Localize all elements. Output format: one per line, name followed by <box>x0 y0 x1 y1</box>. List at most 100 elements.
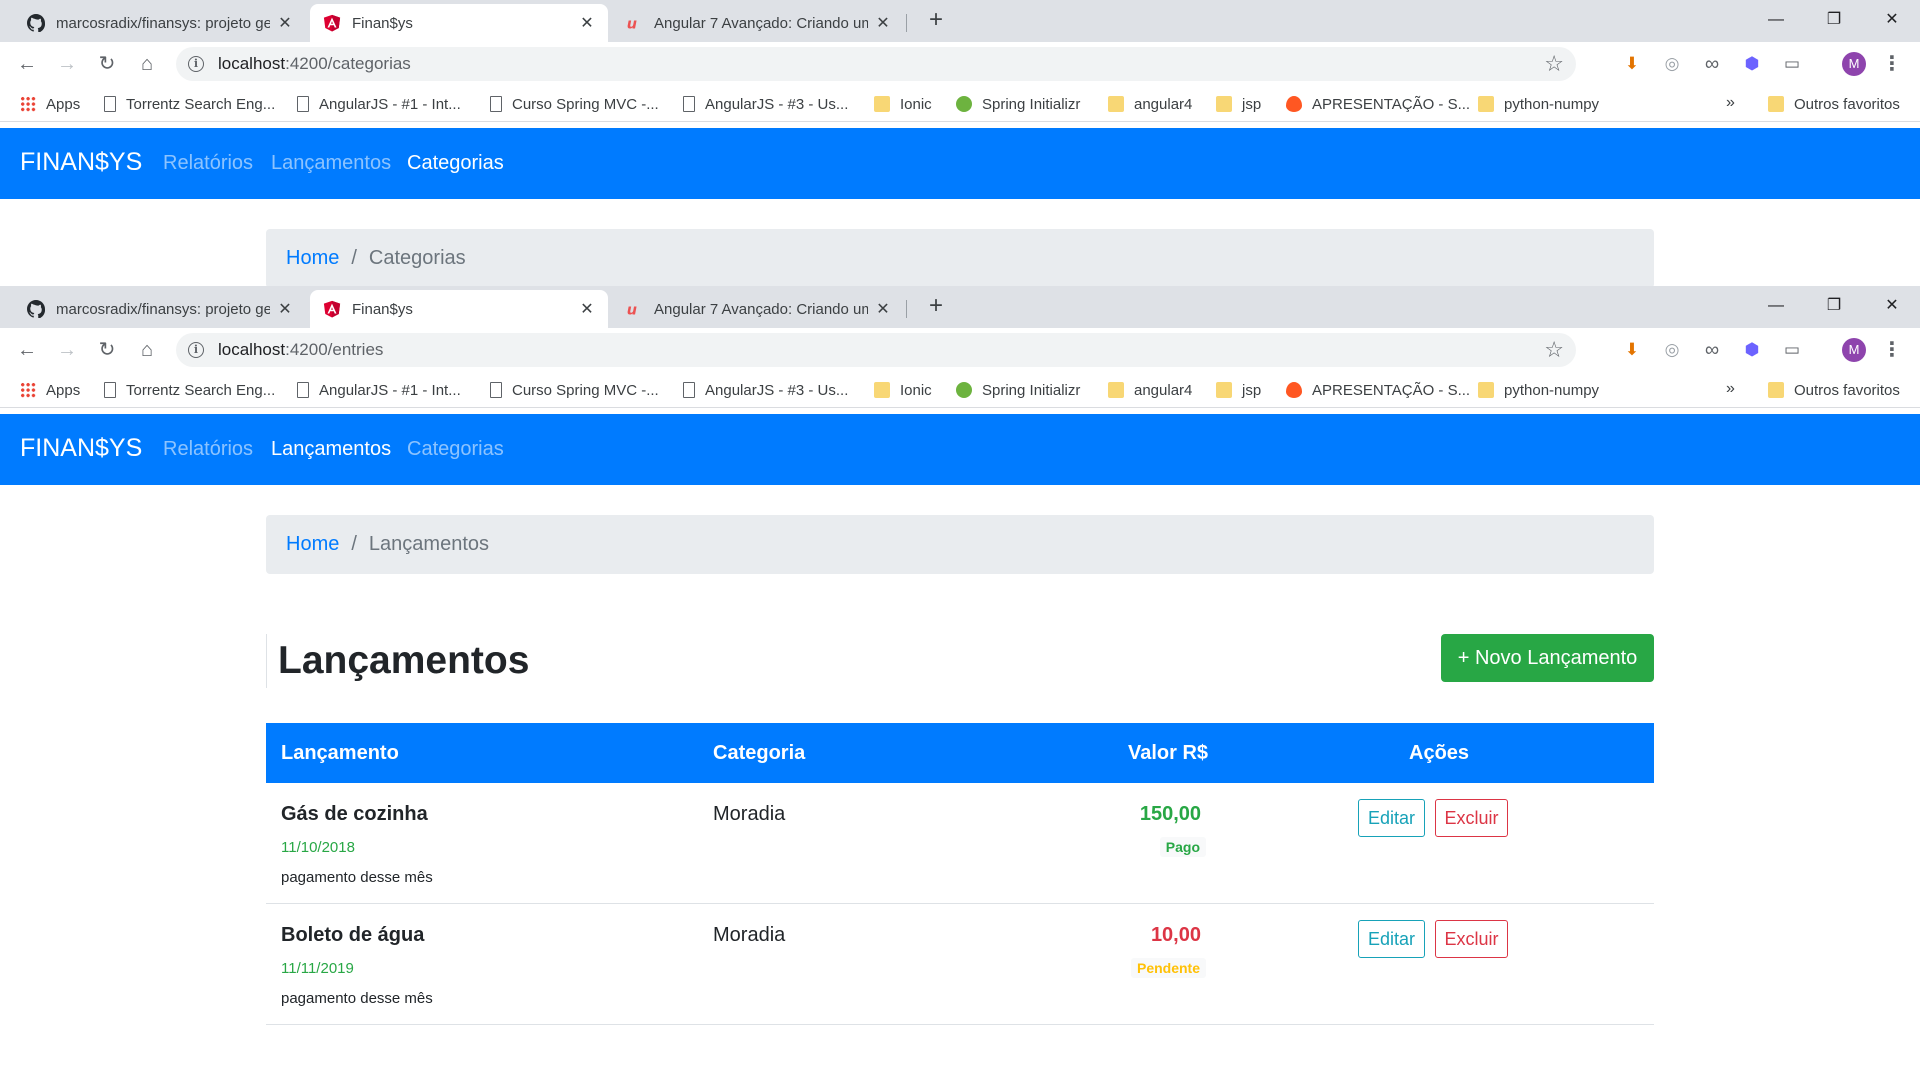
bookmark-ionic[interactable]: Ionic <box>874 380 932 400</box>
more-menu-icon[interactable]: ⋮ <box>1882 50 1902 78</box>
bookmarks-overflow-icon[interactable]: » <box>1726 94 1735 112</box>
new-tab-button[interactable]: + <box>922 6 950 34</box>
nav-link-categorias[interactable]: Categorias <box>407 438 504 461</box>
bookmark-label: Spring Initializr <box>982 95 1081 113</box>
download-icon[interactable]: ⬇ <box>1620 338 1644 362</box>
extension-dial-icon[interactable]: ◎ <box>1660 52 1684 76</box>
angular-icon <box>322 299 342 319</box>
folder-icon <box>1108 96 1124 112</box>
bookmark-spring-mvc[interactable]: Curso Spring MVC -... <box>490 94 659 114</box>
bookmark-angularjs-3[interactable]: AngularJS - #3 - Us... <box>683 94 848 114</box>
tab-finansys[interactable]: Finan$ys ✕ <box>310 4 608 42</box>
close-window-button[interactable]: ✕ <box>1864 4 1920 36</box>
download-icon[interactable]: ⬇ <box>1620 52 1644 76</box>
bookmark-other[interactable]: Outros favoritos <box>1768 380 1900 400</box>
reload-icon[interactable]: ↻ <box>92 49 122 79</box>
reload-icon[interactable]: ↻ <box>92 335 122 365</box>
extension-infinity-icon[interactable]: ∞ <box>1700 338 1724 362</box>
bookmark-apresentacao[interactable]: APRESENTAÇÃO - S... <box>1286 380 1470 400</box>
extension-hexagon-icon[interactable]: ⬢ <box>1740 338 1764 362</box>
close-tab-icon[interactable]: ✕ <box>874 13 892 33</box>
tab-finansys[interactable]: Finan$ys ✕ <box>310 290 608 328</box>
edit-button[interactable]: Editar <box>1358 799 1425 837</box>
navbar-brand[interactable]: FINAN$YS <box>20 434 142 463</box>
cast-icon[interactable]: ▭ <box>1780 338 1804 362</box>
home-icon[interactable]: ⌂ <box>132 335 162 365</box>
close-tab-icon[interactable]: ✕ <box>578 299 596 319</box>
bookmark-angular4[interactable]: angular4 <box>1108 94 1192 114</box>
forward-arrow-icon[interactable]: → <box>52 49 82 79</box>
tab-udemy[interactable]: u Angular 7 Avançado: Criando um ✕ <box>612 4 904 42</box>
bookmark-angularjs-1[interactable]: AngularJS - #1 - Int... <box>297 380 461 400</box>
new-tab-button[interactable]: + <box>922 292 950 320</box>
more-menu-icon[interactable]: ⋮ <box>1882 336 1902 364</box>
bookmark-jsp[interactable]: jsp <box>1216 380 1261 400</box>
cast-icon[interactable]: ▭ <box>1780 52 1804 76</box>
bookmark-label: AngularJS - #1 - Int... <box>319 95 461 113</box>
bookmark-star-icon[interactable]: ☆ <box>1544 337 1564 363</box>
close-tab-icon[interactable]: ✕ <box>276 13 294 33</box>
tab-strip: marcosradix/finansys: projeto ge ✕ Finan… <box>0 286 1920 328</box>
minimize-button[interactable]: — <box>1748 290 1804 322</box>
bookmark-apresentacao[interactable]: APRESENTAÇÃO - S... <box>1286 94 1470 114</box>
home-icon[interactable]: ⌂ <box>132 49 162 79</box>
bookmark-torrentz[interactable]: Torrentz Search Eng... <box>104 94 275 114</box>
nav-link-categorias[interactable]: Categorias <box>407 152 504 175</box>
back-arrow-icon[interactable]: ← <box>12 335 42 365</box>
site-info-icon[interactable]: i <box>188 56 204 72</box>
back-arrow-icon[interactable]: ← <box>12 49 42 79</box>
edit-button[interactable]: Editar <box>1358 920 1425 958</box>
navbar-brand[interactable]: FINAN$YS <box>20 148 142 177</box>
close-window-button[interactable]: ✕ <box>1864 290 1920 322</box>
tab-github[interactable]: marcosradix/finansys: projeto ge ✕ <box>14 290 306 328</box>
bookmark-apps[interactable]: Apps <box>20 94 80 114</box>
nav-link-relatorios[interactable]: Relatórios <box>163 438 253 461</box>
extension-dial-icon[interactable]: ◎ <box>1660 338 1684 362</box>
nav-link-lancamentos[interactable]: Lançamentos <box>271 152 391 175</box>
url-path: :4200/entries <box>285 340 384 359</box>
close-tab-icon[interactable]: ✕ <box>874 299 892 319</box>
restore-button[interactable]: ❐ <box>1806 4 1862 36</box>
tab-udemy[interactable]: u Angular 7 Avançado: Criando um ✕ <box>612 290 904 328</box>
bookmark-spring-initializr[interactable]: Spring Initializr <box>956 380 1080 400</box>
nav-link-relatorios[interactable]: Relatórios <box>163 152 253 175</box>
tab-github[interactable]: marcosradix/finansys: projeto ge ✕ <box>14 4 306 42</box>
address-bar[interactable]: i localhost:4200/entries ☆ <box>176 333 1576 367</box>
bookmark-apps[interactable]: Apps <box>20 380 80 400</box>
bookmark-other[interactable]: Outros favoritos <box>1768 94 1900 114</box>
minimize-button[interactable]: — <box>1748 4 1804 36</box>
breadcrumb-home[interactable]: Home <box>286 533 339 556</box>
new-entry-button[interactable]: + Novo Lançamento <box>1441 634 1654 682</box>
bookmark-ionic[interactable]: Ionic <box>874 94 932 114</box>
bookmark-star-icon[interactable]: ☆ <box>1544 51 1564 77</box>
extension-hexagon-icon[interactable]: ⬢ <box>1740 52 1764 76</box>
close-tab-icon[interactable]: ✕ <box>276 299 294 319</box>
close-tab-icon[interactable]: ✕ <box>578 13 596 33</box>
column-header-lancamento: Lançamento <box>281 742 399 764</box>
page-icon <box>297 96 309 112</box>
bookmark-label: Outros favoritos <box>1794 381 1900 399</box>
profile-avatar[interactable]: M <box>1842 338 1866 362</box>
delete-button[interactable]: Excluir <box>1435 920 1508 958</box>
bookmarks-overflow-icon[interactable]: » <box>1726 380 1735 398</box>
profile-avatar[interactable]: M <box>1842 52 1866 76</box>
breadcrumb-home[interactable]: Home <box>286 247 339 270</box>
bookmark-jsp[interactable]: jsp <box>1216 94 1261 114</box>
bookmark-spring-initializr[interactable]: Spring Initializr <box>956 94 1080 114</box>
bookmark-python-numpy[interactable]: python-numpy <box>1478 380 1599 400</box>
address-bar[interactable]: i localhost:4200/categorias ☆ <box>176 47 1576 81</box>
bookmark-angularjs-3[interactable]: AngularJS - #3 - Us... <box>683 380 848 400</box>
restore-button[interactable]: ❐ <box>1806 290 1862 322</box>
bookmark-angularjs-1[interactable]: AngularJS - #1 - Int... <box>297 94 461 114</box>
delete-button[interactable]: Excluir <box>1435 799 1508 837</box>
site-info-icon[interactable]: i <box>188 342 204 358</box>
forward-arrow-icon[interactable]: → <box>52 335 82 365</box>
bookmark-spring-mvc[interactable]: Curso Spring MVC -... <box>490 380 659 400</box>
bookmark-python-numpy[interactable]: python-numpy <box>1478 94 1599 114</box>
tab-strip: marcosradix/finansys: projeto ge ✕ Finan… <box>0 0 1920 42</box>
bookmark-torrentz[interactable]: Torrentz Search Eng... <box>104 380 275 400</box>
extension-infinity-icon[interactable]: ∞ <box>1700 52 1724 76</box>
nav-link-lancamentos[interactable]: Lançamentos <box>271 438 391 461</box>
url-path: :4200/categorias <box>285 54 411 73</box>
bookmark-angular4[interactable]: angular4 <box>1108 380 1192 400</box>
